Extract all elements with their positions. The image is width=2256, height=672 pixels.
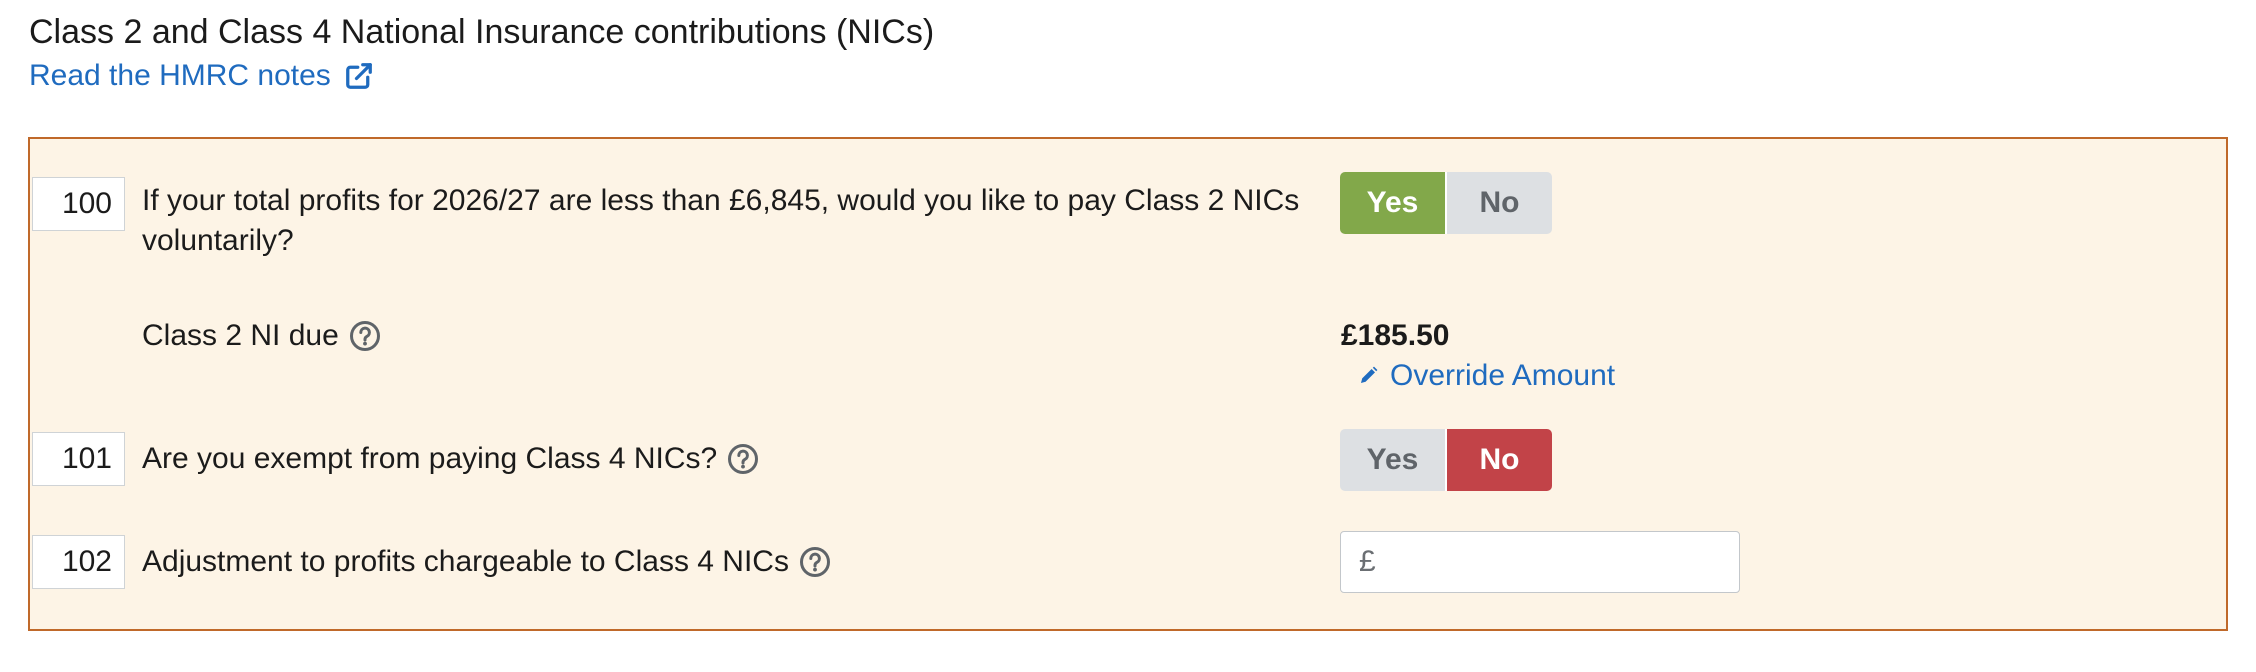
class4-exempt-toggle: Yes No: [1340, 429, 1552, 491]
question-circle-icon[interactable]: [799, 546, 831, 578]
box-number-100: 100: [32, 177, 125, 231]
voluntary-class2-toggle: Yes No: [1340, 172, 1552, 234]
class4-adjustment-field[interactable]: £: [1340, 531, 1740, 593]
external-link-icon: [345, 63, 372, 89]
box-number-101: 101: [32, 432, 125, 486]
question-101-row: Are you exempt from paying Class 4 NICs?: [142, 439, 759, 479]
class2-ni-due-label: Class 2 NI due: [142, 319, 339, 352]
question-circle-icon[interactable]: [727, 443, 759, 475]
hmrc-notes-link-label: Read the HMRC notes: [29, 59, 331, 92]
question-100-text: If your total profits for 2026/27 are le…: [142, 184, 1300, 257]
voluntary-class2-no-button[interactable]: No: [1447, 172, 1552, 234]
question-102-row: Adjustment to profits chargeable to Clas…: [142, 542, 831, 582]
page-title: Class 2 and Class 4 National Insurance c…: [29, 13, 935, 51]
box-number-102: 102: [32, 535, 125, 589]
override-amount-link[interactable]: Override Amount: [1358, 356, 1615, 396]
class2-ni-due-amount: £185.50: [1341, 319, 1450, 352]
hmrc-notes-link[interactable]: Read the HMRC notes: [29, 56, 374, 96]
question-circle-icon[interactable]: [349, 320, 381, 352]
class4-exempt-no-button[interactable]: No: [1447, 429, 1552, 491]
question-102-text: Adjustment to profits chargeable to Clas…: [142, 545, 789, 578]
currency-symbol: £: [1359, 545, 1376, 578]
nics-panel: 100 If your total profits for 2026/27 ar…: [28, 137, 2228, 631]
class4-exempt-yes-button[interactable]: Yes: [1340, 429, 1445, 491]
class2-ni-due-row: Class 2 NI due: [142, 316, 381, 356]
question-101-text: Are you exempt from paying Class 4 NICs?: [142, 442, 718, 475]
voluntary-class2-yes-button[interactable]: Yes: [1340, 172, 1445, 234]
pencil-icon: [1361, 366, 1378, 383]
class4-adjustment-input[interactable]: [1381, 533, 1716, 591]
override-amount-label: Override Amount: [1390, 359, 1616, 392]
